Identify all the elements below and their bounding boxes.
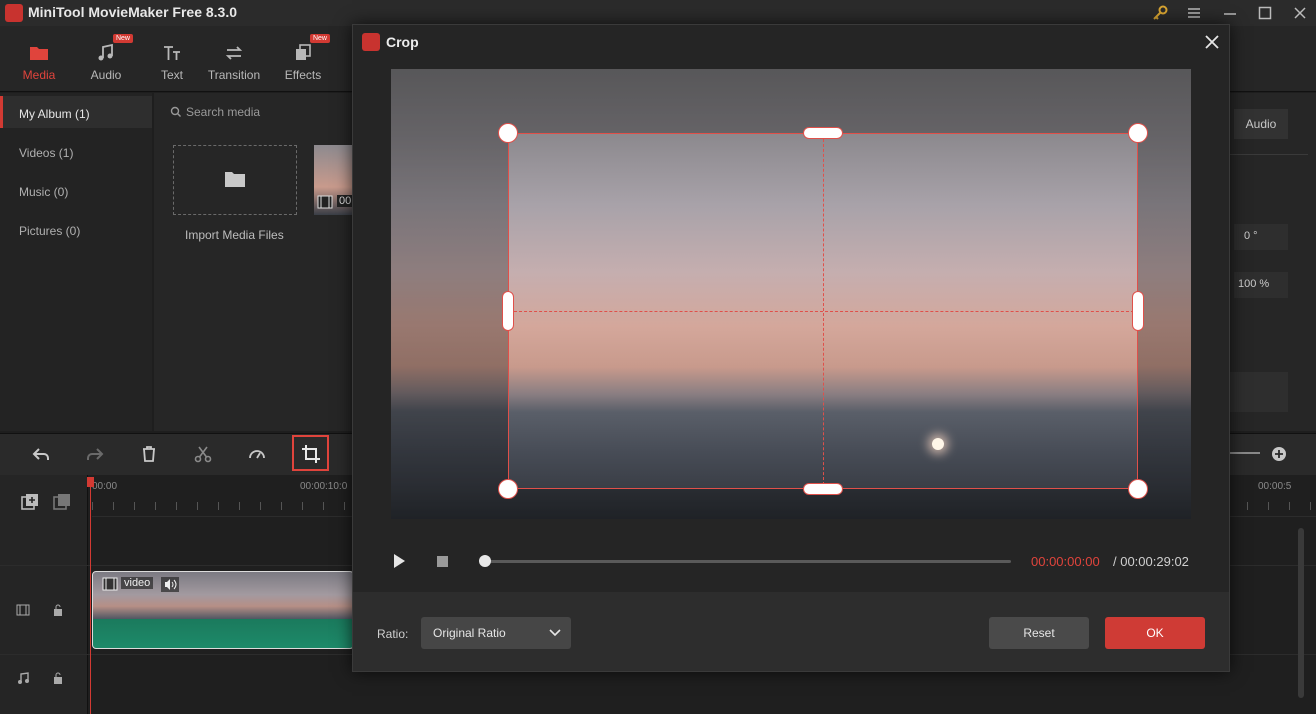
- delete-icon[interactable]: [138, 443, 160, 465]
- chevron-down-icon: [549, 629, 561, 637]
- playback-progress-knob[interactable]: [479, 555, 491, 567]
- import-media-label: Import Media Files: [185, 228, 284, 242]
- tab-effects[interactable]: New Effects: [270, 34, 336, 86]
- divider: [1228, 154, 1308, 155]
- crop-guide-horizontal: [509, 311, 1137, 312]
- zoom-slider[interactable]: [1230, 452, 1260, 454]
- current-time: 00:00:00:00: [1031, 554, 1100, 569]
- split-scissors-icon[interactable]: [192, 443, 214, 465]
- speed-icon[interactable]: [246, 443, 268, 465]
- search-input[interactable]: Search media: [186, 105, 260, 119]
- track-headers: [0, 475, 88, 714]
- sidebar-item-music[interactable]: Music (0): [0, 174, 152, 206]
- rotation-field[interactable]: 0 °: [1234, 224, 1288, 250]
- thumbnail-duration: 00: [337, 195, 354, 207]
- tab-media[interactable]: Media: [6, 42, 72, 86]
- crop-handle-right[interactable]: [1132, 291, 1144, 331]
- audio-track-icon: [18, 672, 29, 684]
- total-time: / 00:00:29:02: [1113, 554, 1189, 569]
- tab-audio[interactable]: New Audio: [73, 34, 139, 86]
- zoom-in-icon[interactable]: [1270, 445, 1288, 463]
- crop-handle-bottom-left[interactable]: [498, 479, 518, 499]
- video-preview: [391, 69, 1191, 519]
- lock-icon[interactable]: [53, 604, 63, 616]
- playhead-handle[interactable]: [87, 477, 94, 487]
- crop-area[interactable]: [508, 133, 1138, 489]
- timeline-scrollbar[interactable]: [1298, 528, 1304, 698]
- copy-track-icon[interactable]: [52, 492, 72, 512]
- add-track-icon[interactable]: [20, 492, 40, 512]
- volume-icon[interactable]: [161, 577, 179, 592]
- app-logo-icon: [362, 33, 380, 51]
- tab-text[interactable]: Text: [139, 42, 205, 86]
- app-logo-icon: [5, 4, 23, 22]
- dialog-header: [353, 25, 1229, 59]
- scale-field[interactable]: 100 %: [1234, 272, 1288, 298]
- transition-arrows-icon: [225, 46, 243, 60]
- sun-highlight: [932, 438, 944, 450]
- folder-icon: [225, 172, 245, 187]
- media-panel: [154, 93, 354, 431]
- key-icon[interactable]: [1150, 3, 1170, 23]
- close-window-icon[interactable]: [1290, 3, 1310, 23]
- stop-button[interactable]: [437, 556, 448, 567]
- lock-icon[interactable]: [53, 672, 63, 684]
- playhead[interactable]: [90, 477, 91, 714]
- tab-transition[interactable]: Transition: [201, 42, 267, 86]
- folder-icon: [30, 47, 48, 60]
- crop-handle-top-left[interactable]: [498, 123, 518, 143]
- tab-audio-properties[interactable]: Audio: [1234, 109, 1288, 139]
- close-icon[interactable]: [1203, 33, 1221, 51]
- ok-button[interactable]: OK: [1105, 617, 1205, 649]
- reset-button[interactable]: Reset: [989, 617, 1089, 649]
- crop-handle-bottom-right[interactable]: [1128, 479, 1148, 499]
- crop-handle-left[interactable]: [502, 291, 514, 331]
- crop-handle-top-right[interactable]: [1128, 123, 1148, 143]
- crop-handle-top[interactable]: [803, 127, 843, 139]
- new-badge: New: [112, 34, 133, 43]
- ruler-time-start: 00:00: [92, 481, 118, 492]
- new-badge: New: [309, 34, 330, 43]
- play-icon[interactable]: [391, 553, 407, 569]
- dialog-title: Crop: [386, 34, 419, 50]
- reset-properties-button[interactable]: [1228, 372, 1288, 412]
- search-icon: [170, 106, 181, 117]
- sidebar-item-my-album[interactable]: My Album (1): [0, 96, 152, 128]
- undo-icon[interactable]: [30, 443, 52, 465]
- app-title: MiniTool MovieMaker Free 8.3.0: [28, 4, 238, 20]
- video-track-icon: [16, 604, 30, 616]
- film-icon: [317, 195, 333, 209]
- crop-handle-bottom[interactable]: [803, 483, 843, 495]
- redo-icon[interactable]: [84, 443, 106, 465]
- maximize-icon[interactable]: [1255, 3, 1275, 23]
- music-note-icon: [98, 43, 113, 61]
- sidebar-item-videos[interactable]: Videos (1): [0, 135, 152, 167]
- ruler-time-10s: 00:00:10:0: [300, 481, 348, 492]
- ruler-time-end: 00:00:5: [1258, 481, 1292, 492]
- film-icon: [102, 577, 118, 591]
- text-icon: [164, 46, 180, 60]
- sidebar-item-pictures[interactable]: Pictures (0): [0, 213, 152, 245]
- effects-icon: [296, 44, 311, 60]
- clip-label: video: [121, 577, 154, 589]
- ratio-label: Ratio:: [377, 627, 409, 641]
- minimize-icon[interactable]: [1220, 3, 1240, 23]
- playback-progress-bar[interactable]: [483, 560, 1011, 563]
- menu-icon[interactable]: [1184, 3, 1204, 23]
- crop-icon: [302, 445, 320, 463]
- crop-dialog: Crop 00:00:00:00 / 00:00:29:02 Ratio: Or…: [352, 24, 1230, 672]
